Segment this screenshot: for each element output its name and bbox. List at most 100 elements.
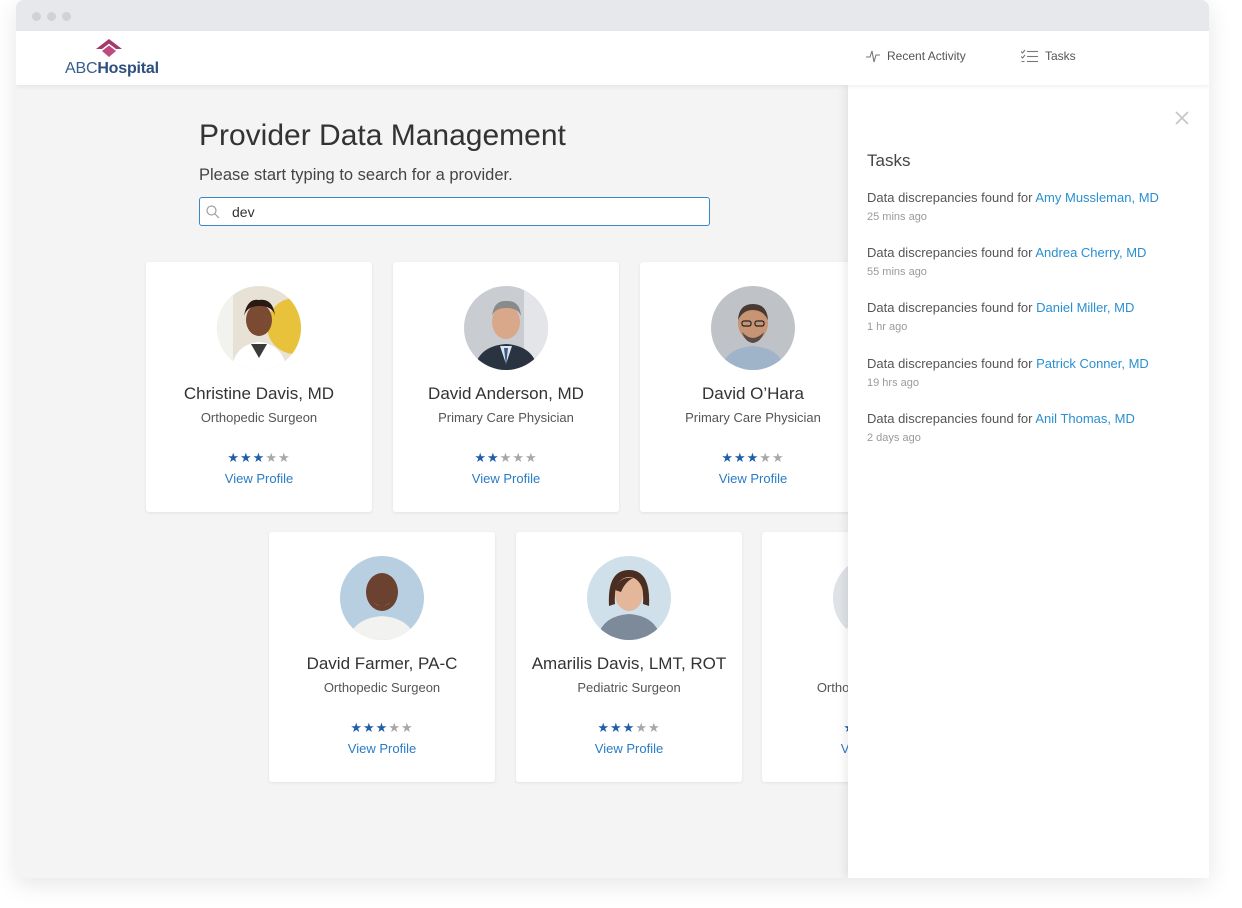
provider-name: David O’Hara xyxy=(701,384,805,403)
star-filled-icon: ★ xyxy=(350,720,364,735)
star-empty-icon: ★ xyxy=(771,450,785,465)
provider-card[interactable]: Amarilis Davis, LMT, ROT Pediatric Surge… xyxy=(516,532,742,782)
provider-search[interactable] xyxy=(199,197,710,226)
provider-name: David Anderson, MD xyxy=(428,384,584,403)
provider-card[interactable]: David Anderson, MD Primary Care Physicia… xyxy=(393,262,619,512)
star-filled-icon: ★ xyxy=(227,450,241,465)
task-provider-link[interactable]: Anil Thomas, MD xyxy=(1035,411,1134,426)
star-empty-icon: ★ xyxy=(635,720,648,735)
star-filled-icon: ★ xyxy=(610,720,623,735)
nav-tasks-label: Tasks xyxy=(1045,49,1076,63)
nav-recent-activity-label: Recent Activity xyxy=(887,49,966,63)
task-timestamp: 25 mins ago xyxy=(867,211,927,223)
star-empty-icon: ★ xyxy=(499,450,513,465)
provider-name: Christine Davis, MD xyxy=(183,384,335,403)
view-profile-link[interactable]: View Profile xyxy=(516,741,742,756)
view-profile-link[interactable]: View Profile xyxy=(269,741,495,756)
search-input[interactable] xyxy=(232,202,692,222)
provider-rating: ★★★★★ xyxy=(146,450,372,466)
provider-specialty: Primary Care Physician xyxy=(438,410,574,425)
provider-specialty: Orthopedic Surgeon xyxy=(200,410,318,425)
task-description: Data discrepancies found for xyxy=(867,411,1036,426)
star-empty-icon: ★ xyxy=(265,450,278,465)
star-filled-icon: ★ xyxy=(375,720,389,735)
nav-tasks[interactable]: Tasks xyxy=(1021,49,1076,63)
activity-pulse-icon xyxy=(866,50,880,63)
window-dot-icon xyxy=(47,12,56,21)
provider-rating: ★★★★★ xyxy=(516,720,742,736)
provider-rating: ★★★★★ xyxy=(269,720,495,736)
provider-specialty: Pediatric Surgeon xyxy=(577,680,681,695)
hospital-logo[interactable]: ABCHospital xyxy=(65,39,165,79)
logo-hospital-text: Hospital xyxy=(97,60,159,77)
logo-mark-icon xyxy=(96,39,122,57)
task-item: Data discrepancies found for Andrea Cher… xyxy=(867,245,1197,278)
star-filled-icon: ★ xyxy=(734,450,747,465)
star-empty-icon: ★ xyxy=(647,720,661,735)
provider-rating: ★★★★★ xyxy=(393,450,619,466)
provider-rating: ★★★★★ xyxy=(640,450,866,466)
star-filled-icon: ★ xyxy=(240,450,253,465)
window-dot-icon xyxy=(62,12,71,21)
task-description: Data discrepancies found for xyxy=(867,245,1036,260)
provider-avatar xyxy=(711,286,795,370)
logo-text: ABCHospital xyxy=(65,60,159,78)
star-filled-icon: ★ xyxy=(363,720,376,735)
task-timestamp: 55 mins ago xyxy=(867,266,927,278)
star-filled-icon: ★ xyxy=(622,720,636,735)
star-filled-icon: ★ xyxy=(487,450,500,465)
provider-card[interactable]: David O’Hara Primary Care Physician ★★★★… xyxy=(640,262,866,512)
task-item: Data discrepancies found for Anil Thomas… xyxy=(867,411,1197,444)
provider-name: David Farmer, PA-C xyxy=(306,654,458,673)
star-filled-icon: ★ xyxy=(721,450,735,465)
view-profile-link[interactable]: View Profile xyxy=(640,471,866,486)
provider-specialty: Primary Care Physician xyxy=(685,410,821,425)
provider-avatar xyxy=(464,286,548,370)
task-item: Data discrepancies found for Amy Musslem… xyxy=(867,190,1197,223)
view-profile-link[interactable]: View Profile xyxy=(146,471,372,486)
search-instructions: Please start typing to search for a prov… xyxy=(199,166,513,184)
provider-avatar xyxy=(340,556,424,640)
star-filled-icon: ★ xyxy=(746,450,760,465)
star-filled-icon: ★ xyxy=(474,450,488,465)
task-list-icon xyxy=(1021,49,1038,63)
star-empty-icon: ★ xyxy=(512,450,525,465)
task-provider-link[interactable]: Amy Mussleman, MD xyxy=(1035,190,1159,205)
provider-specialty: Orthopedic Surgeon xyxy=(323,680,441,695)
star-empty-icon: ★ xyxy=(388,720,401,735)
tasks-panel: Tasks Data discrepancies found for Amy M… xyxy=(848,85,1209,878)
task-provider-link[interactable]: Patrick Conner, MD xyxy=(1036,356,1149,371)
close-icon[interactable] xyxy=(1174,110,1190,126)
tasks-panel-title: Tasks xyxy=(867,151,911,170)
star-filled-icon: ★ xyxy=(597,720,611,735)
view-profile-link[interactable]: View Profile xyxy=(393,471,619,486)
window-titlebar xyxy=(16,0,1209,31)
task-description: Data discrepancies found for xyxy=(867,356,1037,371)
logo-abc-text: ABC xyxy=(65,60,98,77)
provider-name: Amarilis Davis, LMT, ROT xyxy=(531,654,727,673)
star-empty-icon: ★ xyxy=(277,450,291,465)
browser-window: ABCHospital Recent Activity Tasks Provid… xyxy=(16,0,1209,878)
task-timestamp: 19 hrs ago xyxy=(867,377,919,389)
star-filled-icon: ★ xyxy=(252,450,266,465)
task-description: Data discrepancies found for xyxy=(867,190,1036,205)
provider-avatar xyxy=(217,286,301,370)
task-provider-link[interactable]: Andrea Cherry, MD xyxy=(1035,245,1146,260)
window-dot-icon xyxy=(32,12,41,21)
nav-recent-activity[interactable]: Recent Activity xyxy=(866,49,966,63)
page-title: Provider Data Management xyxy=(199,119,566,152)
task-provider-link[interactable]: Daniel Miller, MD xyxy=(1036,300,1134,315)
task-timestamp: 2 days ago xyxy=(867,432,921,444)
provider-card[interactable]: David Farmer, PA-C Orthopedic Surgeon ★★… xyxy=(269,532,495,782)
provider-avatar xyxy=(587,556,671,640)
star-empty-icon: ★ xyxy=(400,720,414,735)
task-timestamp: 1 hr ago xyxy=(867,321,908,333)
star-empty-icon: ★ xyxy=(759,450,772,465)
task-description: Data discrepancies found for xyxy=(867,300,1037,315)
provider-card[interactable]: Christine Davis, MD Orthopedic Surgeon ★… xyxy=(146,262,372,512)
app-header: ABCHospital Recent Activity Tasks xyxy=(16,31,1209,85)
task-item: Data discrepancies found for Daniel Mill… xyxy=(867,300,1197,333)
task-item: Data discrepancies found for Patrick Con… xyxy=(867,356,1197,389)
search-icon xyxy=(206,205,220,219)
star-empty-icon: ★ xyxy=(524,450,538,465)
